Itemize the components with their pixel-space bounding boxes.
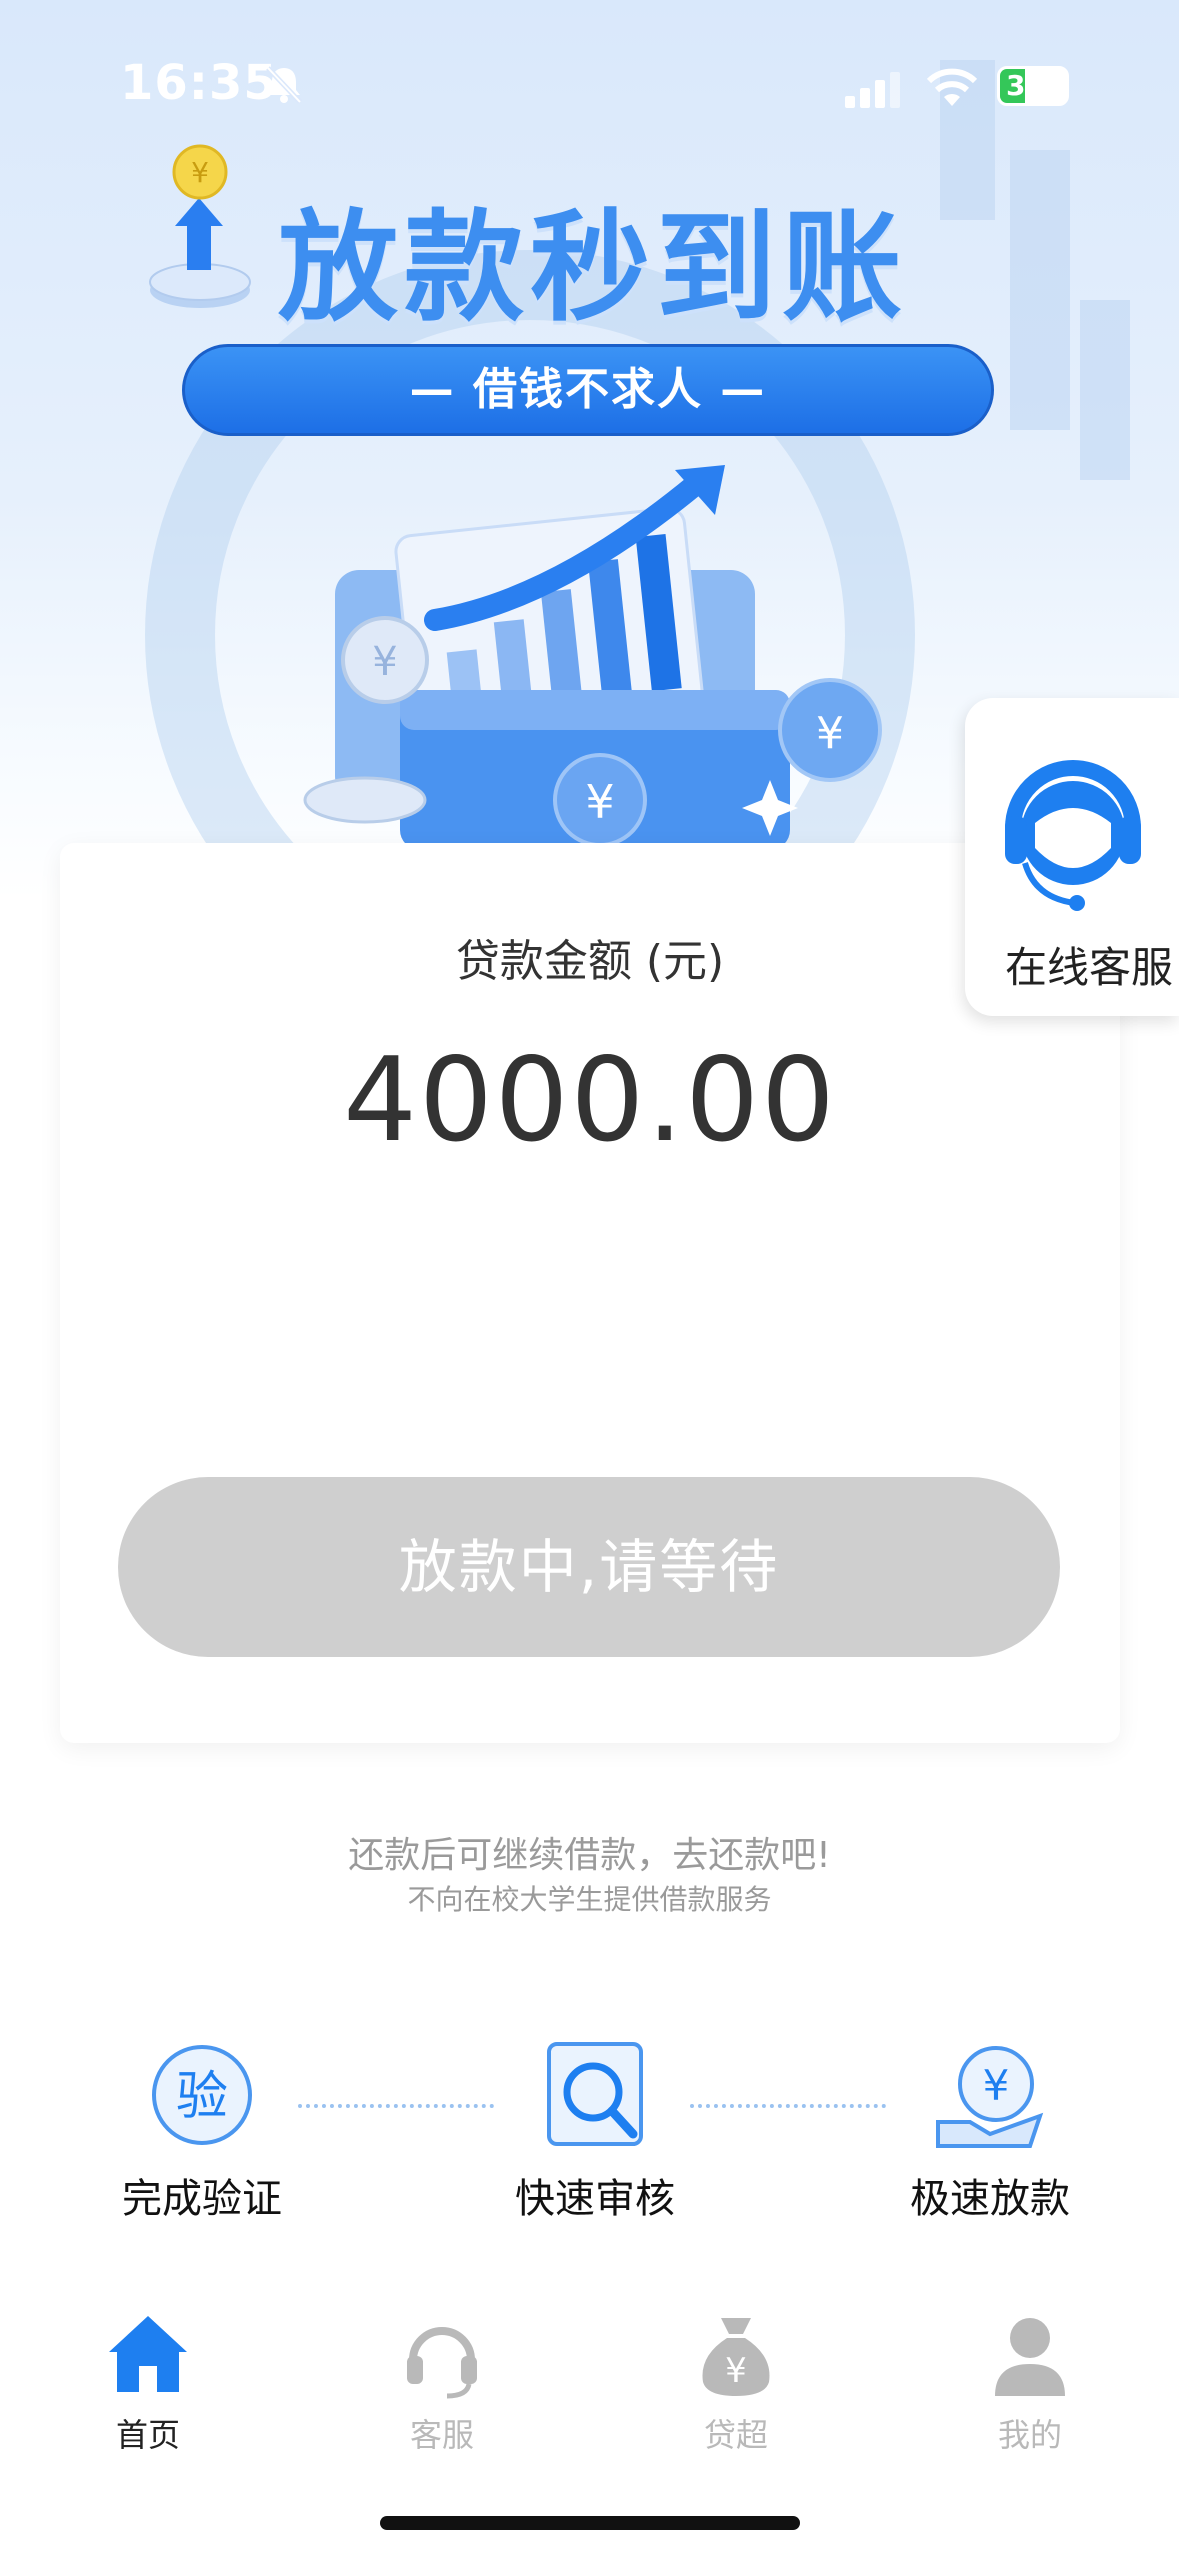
tab-label: 首页 xyxy=(115,2416,180,2454)
wifi-icon xyxy=(926,68,978,106)
money-bag-icon: ¥ xyxy=(702,2318,770,2396)
step-disburse: ¥ 极速放款 xyxy=(880,2040,1100,2224)
tab-label: 我的 xyxy=(997,2416,1062,2454)
step-connector xyxy=(690,2104,886,2108)
online-service-button[interactable]: 在线客服 xyxy=(965,698,1179,1016)
tab-label: 贷超 xyxy=(703,2416,768,2454)
student-disclaimer: 不向在校大学生提供借款服务 xyxy=(407,1883,772,1916)
bottom-tab-bar: 首页 客服 ¥ 贷超 我的 xyxy=(0,2290,1179,2490)
tab-home[interactable]: 首页 xyxy=(48,2310,248,2456)
profile-icon xyxy=(995,2318,1065,2396)
disbursing-status-button[interactable]: 放款中,请等待 xyxy=(118,1477,1060,1657)
tab-profile[interactable]: 我的 xyxy=(930,2310,1130,2456)
silent-bell-icon xyxy=(266,66,302,104)
tab-label: 客服 xyxy=(409,2416,474,2454)
svg-text:¥: ¥ xyxy=(585,775,614,829)
step-label: 完成验证 xyxy=(122,2176,282,2222)
tab-loan-market[interactable]: ¥ 贷超 xyxy=(636,2310,836,2456)
step-label: 极速放款 xyxy=(910,2176,1070,2222)
loan-card: 贷款金额 (元) 4000.00 放款中,请等待 xyxy=(60,843,1120,1743)
home-indicator[interactable] xyxy=(380,2516,800,2530)
headset-icon xyxy=(407,2327,477,2399)
svg-text:¥: ¥ xyxy=(372,639,397,685)
amount-value: 4000.00 xyxy=(343,1033,837,1168)
headline: 放款秒到账 xyxy=(278,199,908,338)
status-bar: 16:35 36 xyxy=(0,0,1179,170)
tab-customer-service[interactable]: 客服 xyxy=(342,2310,542,2456)
svg-text:¥: ¥ xyxy=(725,2351,747,2391)
step-review: 快速审核 xyxy=(485,2040,705,2224)
yen-disburse-icon: ¥ xyxy=(936,2046,1044,2148)
battery-indicator: 36 xyxy=(997,66,1069,106)
repay-notice: 还款后可继续借款，去还款吧! xyxy=(348,1835,831,1876)
amount-label: 贷款金额 (元) xyxy=(455,936,725,987)
status-time: 16:35 xyxy=(120,55,278,111)
decorative-building xyxy=(1080,300,1130,480)
step-verify: 验 完成验证 xyxy=(92,2040,312,2224)
home-icon xyxy=(109,2316,187,2392)
decorative-building xyxy=(1010,150,1070,430)
verify-icon: 验 xyxy=(152,2045,252,2145)
slogan-pill: — 借钱不求人 — xyxy=(182,344,994,436)
svg-text:¥: ¥ xyxy=(816,708,844,759)
svg-text:¥: ¥ xyxy=(983,2061,1010,2110)
step-label: 快速审核 xyxy=(515,2176,675,2222)
search-review-icon xyxy=(547,2042,643,2146)
customer-service-icon xyxy=(1005,760,1141,911)
battery-level: 36 xyxy=(1006,69,1045,102)
step-connector xyxy=(298,2104,494,2108)
wallet-chart-illustration: ¥ ¥ ¥ xyxy=(303,465,882,850)
online-service-label: 在线客服 xyxy=(1005,943,1174,992)
cellular-signal-icon xyxy=(845,72,900,108)
svg-text:验: 验 xyxy=(176,2067,228,2127)
